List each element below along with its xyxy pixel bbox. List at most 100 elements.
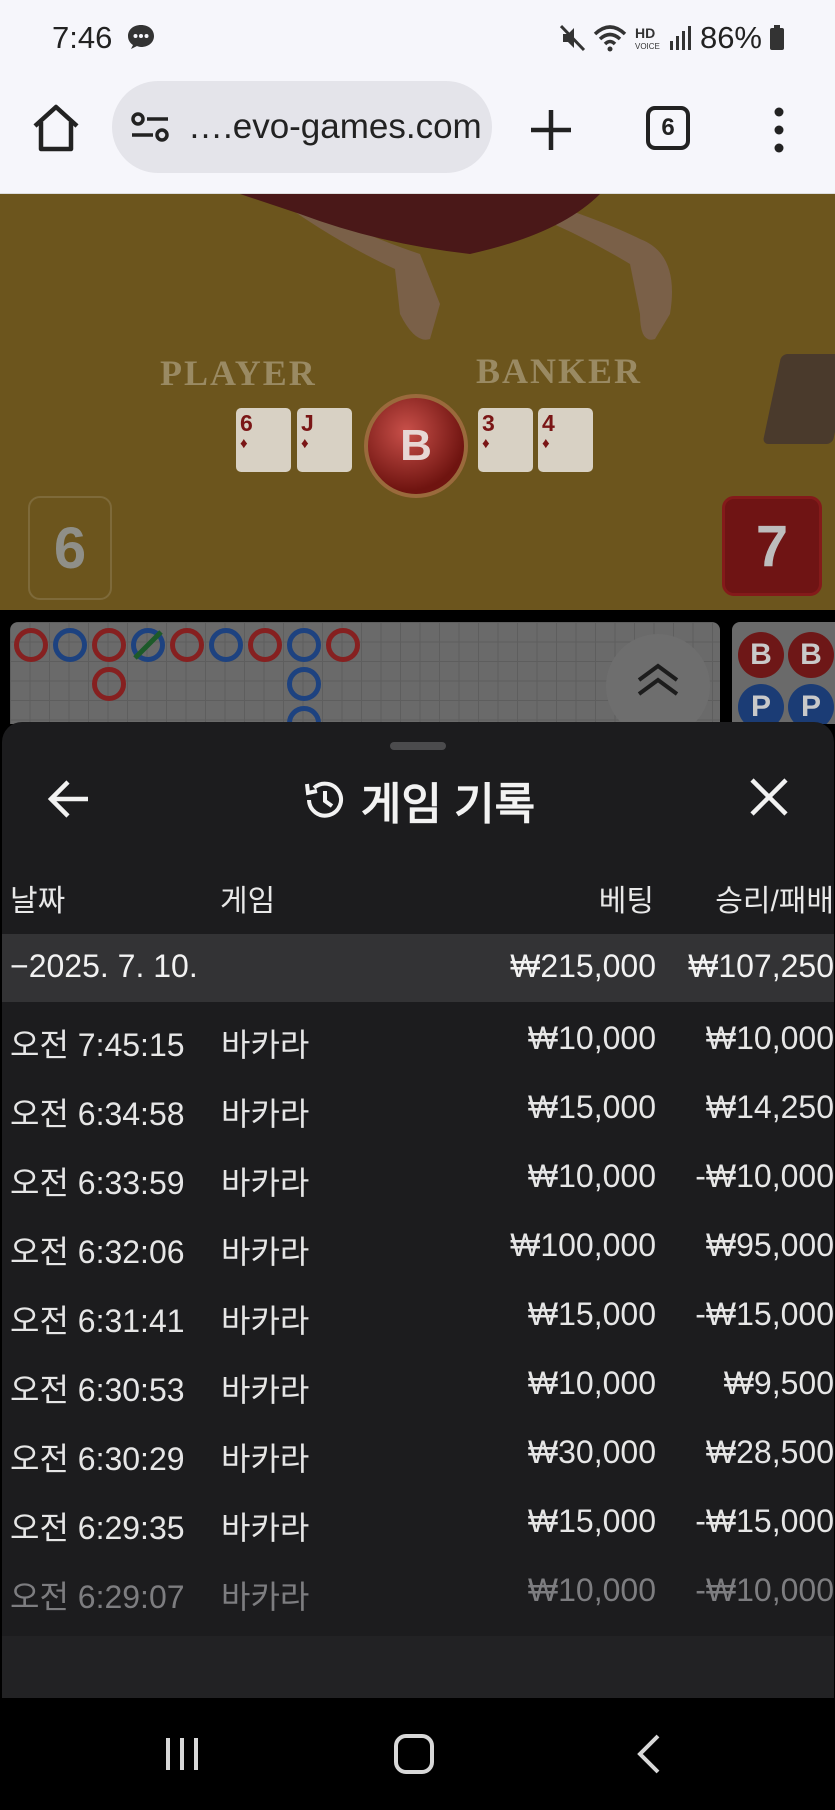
row-time: 오전 6:31:41 [10, 1303, 185, 1339]
side-road-player: P [738, 684, 784, 724]
dealer-hands [240, 194, 672, 340]
row-time: 오전 6:29:35 [10, 1510, 185, 1546]
home-icon[interactable] [30, 102, 82, 154]
home-nav-icon[interactable] [392, 1732, 436, 1776]
plus-icon[interactable] [525, 104, 577, 156]
banker-card-1: 3 ♦ [478, 408, 533, 472]
road-dot-banker [170, 628, 204, 662]
history-row[interactable]: 오전 6:32:06 바카라 ₩100,000 ₩95,000 [2, 1211, 834, 1280]
date-group-row[interactable]: −2025. 7. 10. ₩215,000 ₩107,250 [2, 934, 834, 1002]
row-game: 바카라 [221, 1096, 310, 1132]
row-result: ₩95,000 [705, 1227, 834, 1263]
player-label: PLAYER [160, 353, 317, 393]
svg-text:HD: HD [635, 25, 655, 41]
status-time: 7:46 [52, 20, 113, 55]
side-road-banker: B [738, 632, 784, 678]
site-settings-icon[interactable] [130, 110, 170, 144]
row-time: 오전 6:33:59 [10, 1165, 185, 1201]
wifi-icon [593, 25, 627, 52]
row-result: -₩10,000 [695, 1158, 834, 1194]
history-row[interactable]: 오전 6:29:35 바카라 ₩15,000 -₩15,000 [2, 1487, 834, 1556]
history-row[interactable]: 오전 6:34:58 바카라 ₩15,000 ₩14,250 [2, 1073, 834, 1142]
row-game: 바카라 [221, 1165, 310, 1201]
history-row[interactable]: 오전 6:30:29 바카라 ₩30,000 ₩28,500 [2, 1418, 834, 1487]
road-dot-player [287, 628, 321, 662]
diamond-suit-icon: ♦ [482, 435, 490, 452]
row-result: ₩10,000 [705, 1020, 834, 1056]
card-rank: 4 [542, 410, 555, 436]
row-time: 오전 6:34:58 [10, 1096, 185, 1132]
history-row[interactable]: 오전 6:29:07 바카라 ₩10,000 -₩10,000 [2, 1556, 834, 1625]
row-result: ₩9,500 [723, 1365, 834, 1401]
drag-handle[interactable] [390, 742, 446, 750]
tabs-icon[interactable]: 6 [646, 106, 690, 150]
row-game: 바카라 [221, 1441, 310, 1477]
close-icon[interactable] [748, 776, 790, 818]
card-rank: 3 [482, 410, 495, 436]
history-row[interactable]: 오전 6:31:41 바카라 ₩15,000 -₩15,000 [2, 1280, 834, 1349]
more-vert-icon[interactable] [766, 106, 792, 154]
history-row[interactable]: 오전 6:33:59 바카라 ₩10,000 -₩10,000 [2, 1142, 834, 1211]
recent-apps-icon[interactable] [160, 1732, 204, 1776]
row-game: 바카라 [221, 1579, 310, 1615]
row-result: -₩10,000 [695, 1572, 834, 1608]
url-text[interactable]: ….evo-games.com [188, 107, 484, 147]
history-row[interactable]: 오전 7:45:15 바카라 ₩10,000 ₩10,000 [2, 1004, 834, 1073]
road-dot-player [209, 628, 243, 662]
status-bar: 7:46 HD VOICE 86% [0, 0, 835, 78]
side-road-banker: B [788, 632, 834, 678]
column-header-result[interactable]: 승리/패배 [715, 876, 834, 920]
row-time: 오전 6:29:07 [10, 1579, 185, 1615]
history-row[interactable]: 오전 6:30:53 바카라 ₩10,000 ₩9,500 [2, 1349, 834, 1418]
column-header-bet[interactable]: 베팅 [599, 876, 654, 920]
player-card-1: 6 ♦ [236, 408, 291, 472]
address-bar[interactable]: ….evo-games.com [112, 81, 492, 173]
column-header-date[interactable]: 날짜 [10, 876, 65, 920]
banker-label: BANKER [476, 351, 643, 391]
row-result: -₩15,000 [695, 1296, 834, 1332]
side-road-panel[interactable]: B B P P [732, 622, 835, 724]
sheet-header: 게임 기록 [2, 768, 834, 832]
row-bet: ₩30,000 [527, 1434, 656, 1470]
road-dot-banker [326, 628, 360, 662]
tie-mark-icon [133, 630, 163, 660]
player-card-2: J ♦ [297, 408, 352, 472]
player-score: 6 [28, 496, 112, 600]
row-bet: ₩15,000 [527, 1503, 656, 1539]
date-group-label: −2025. 7. 10. [10, 948, 198, 984]
card-rank: 6 [240, 410, 253, 436]
double-chevron-up-icon [637, 663, 679, 696]
road-dot-player [53, 628, 87, 662]
battery-percent: 86% [699, 20, 762, 55]
mute-icon [559, 24, 586, 52]
row-result: -₩15,000 [695, 1503, 834, 1539]
road-dot-banker [92, 628, 126, 662]
back-nav-icon[interactable] [628, 1732, 672, 1776]
road-dot-banker [92, 667, 126, 701]
row-bet: ₩100,000 [510, 1227, 656, 1263]
status-icons: HD VOICE 86% [559, 20, 785, 56]
signal-icon [669, 26, 691, 50]
row-time: 오전 7:45:15 [10, 1027, 185, 1063]
history-icon [304, 781, 343, 818]
row-bet: ₩10,000 [527, 1020, 656, 1056]
column-header-game[interactable]: 게임 [220, 876, 275, 920]
diamond-suit-icon: ♦ [240, 435, 248, 452]
road-dot-player [287, 667, 321, 701]
diamond-suit-icon: ♦ [301, 435, 309, 452]
card-rank: J [301, 410, 314, 436]
row-result: ₩14,250 [705, 1089, 834, 1125]
battery-icon [770, 25, 784, 50]
round-result-badge: B [364, 394, 468, 498]
row-bet: ₩10,000 [527, 1572, 656, 1608]
game-area: PLAYER BANKER 6 ♦ J ♦ 3 ♦ 4 ♦ B 6 7 B B … [0, 194, 835, 724]
browser-toolbar: ….evo-games.com 6 [0, 78, 835, 194]
row-game: 바카라 [221, 1372, 310, 1408]
row-game: 바카라 [221, 1027, 310, 1063]
row-game: 바카라 [221, 1303, 310, 1339]
svg-text:VOICE: VOICE [635, 42, 660, 51]
date-group-bet-total: ₩215,000 [510, 948, 656, 984]
row-time: 오전 6:30:53 [10, 1372, 185, 1408]
row-time: 오전 6:32:06 [10, 1234, 185, 1270]
row-bet: ₩10,000 [527, 1158, 656, 1194]
